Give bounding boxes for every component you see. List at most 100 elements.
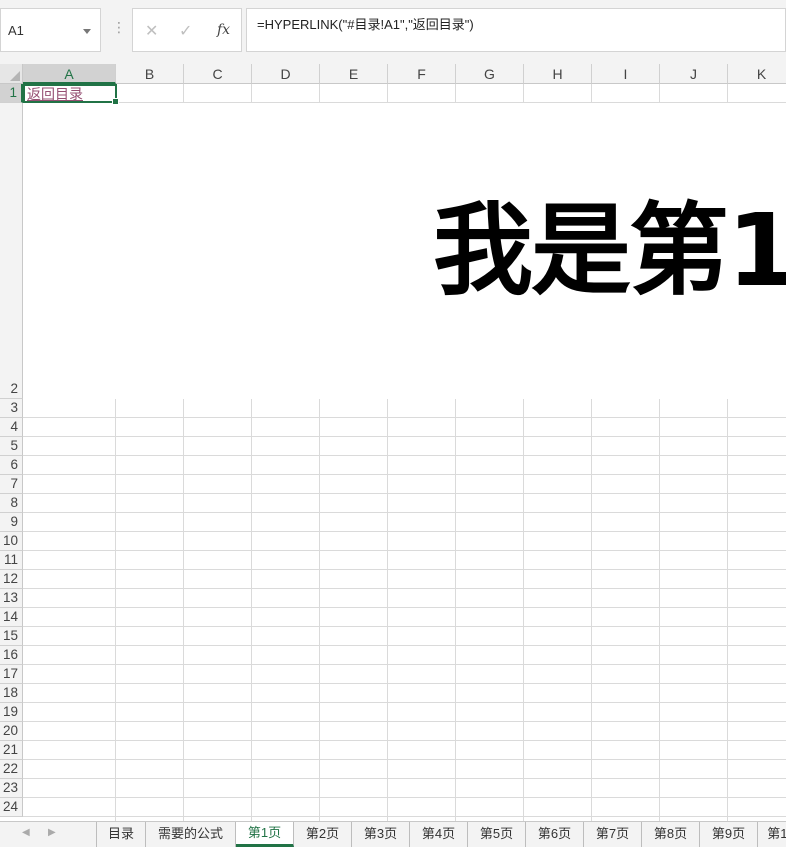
row-header-14[interactable]: 14 — [0, 608, 23, 627]
row-number: 2 — [10, 381, 18, 396]
row-header-21[interactable]: 21 — [0, 741, 23, 760]
sheet-tab[interactable]: 第2页 — [294, 822, 352, 847]
row-header-8[interactable]: 8 — [0, 494, 23, 513]
cell-a2-text: 我是第1页 — [433, 192, 786, 309]
row-number: 3 — [10, 400, 18, 415]
row-number: 17 — [2, 666, 18, 681]
sheet-tab[interactable]: 第5页 — [468, 822, 526, 847]
gridline-horizontal — [23, 550, 786, 551]
sheet-tab[interactable]: 第8页 — [642, 822, 700, 847]
gridline-horizontal — [23, 493, 786, 494]
row-header-9[interactable]: 9 — [0, 513, 23, 532]
row-number: 23 — [2, 780, 18, 795]
column-header-g[interactable]: G — [456, 64, 524, 84]
name-box[interactable]: A1 — [0, 8, 101, 52]
fill-handle[interactable] — [112, 98, 119, 105]
formula-input[interactable]: =HYPERLINK("#目录!A1","返回目录") — [246, 8, 786, 52]
row-number: 13 — [2, 590, 18, 605]
row-header-19[interactable]: 19 — [0, 703, 23, 722]
select-all-button[interactable] — [0, 64, 23, 84]
row-header-6[interactable]: 6 — [0, 456, 23, 475]
formula-text: =HYPERLINK("#目录!A1","返回目录") — [257, 17, 474, 32]
row-header-12[interactable]: 12 — [0, 570, 23, 589]
cancel-icon[interactable]: ✕ — [145, 21, 158, 41]
insert-function-icon[interactable]: fx — [217, 22, 230, 38]
row-header-15[interactable]: 15 — [0, 627, 23, 646]
row-header-5[interactable]: 5 — [0, 437, 23, 456]
gridline-horizontal — [23, 417, 786, 418]
gridline-horizontal — [23, 816, 786, 817]
column-header-d[interactable]: D — [252, 64, 320, 84]
sheet-tab[interactable]: 第4页 — [410, 822, 468, 847]
row-header-7[interactable]: 7 — [0, 475, 23, 494]
row-header-11[interactable]: 11 — [0, 551, 23, 570]
row-header-20[interactable]: 20 — [0, 722, 23, 741]
gridline-horizontal — [23, 778, 786, 779]
cell-a1-selected[interactable]: 返回目录 — [23, 84, 119, 105]
gridline-horizontal — [23, 759, 786, 760]
gridline-horizontal — [23, 626, 786, 627]
row-number: 9 — [10, 514, 18, 529]
row-number: 20 — [2, 723, 18, 738]
splitter-dots-icon[interactable]: ⋮ — [112, 20, 126, 34]
gridline-horizontal — [23, 607, 786, 608]
return-to-catalog-link[interactable]: 返回目录 — [27, 86, 83, 103]
sheet-tab[interactable]: 第7页 — [584, 822, 642, 847]
column-header-i[interactable]: I — [592, 64, 660, 84]
column-header-h[interactable]: H — [524, 64, 592, 84]
gridline-horizontal — [23, 474, 786, 475]
row-number: 14 — [2, 609, 18, 624]
sheet-tab[interactable]: 目录 — [96, 822, 146, 847]
gridline-horizontal — [23, 531, 786, 532]
sheet-tab[interactable]: 第6页 — [526, 822, 584, 847]
row-header-4[interactable]: 4 — [0, 418, 23, 437]
row-header-1[interactable]: 1 — [0, 84, 23, 103]
row-number: 10 — [2, 533, 18, 548]
enter-check-icon[interactable]: ✓ — [179, 21, 192, 41]
gridline-horizontal — [23, 512, 786, 513]
row-number: 11 — [3, 552, 18, 567]
row-number: 8 — [10, 495, 18, 510]
sheet-tab-bar: ◀ ▶ 目录 需要的公式 第1页 第2页 第3页 第4页 第5页 第6页 第7页 第8页 第9页 第1… — [0, 821, 786, 847]
row-header-10[interactable]: 10 — [0, 532, 23, 551]
row-header-22[interactable]: 22 — [0, 760, 23, 779]
column-header-k[interactable]: K — [728, 64, 786, 84]
row-number: 12 — [2, 571, 18, 586]
row-header-23[interactable]: 23 — [0, 779, 23, 798]
row-number: 4 — [10, 419, 18, 434]
column-header-a[interactable]: A — [23, 64, 116, 84]
sheet-tab[interactable]: 第3页 — [352, 822, 410, 847]
row-number: 18 — [2, 685, 18, 700]
row-number: 7 — [10, 476, 18, 491]
sheet-tab[interactable]: 第10页 — [758, 822, 786, 847]
column-header-f[interactable]: F — [388, 64, 456, 84]
formula-bar-area: A1 ⋮ ✕ ✓ fx =HYPERLINK("#目录!A1","返回目录") — [0, 0, 786, 64]
sheet-tab[interactable]: 第9页 — [700, 822, 758, 847]
sheet-tab[interactable]: 第1页 — [236, 822, 294, 847]
row-header-24[interactable]: 24 — [0, 798, 23, 817]
row-header-17[interactable]: 17 — [0, 665, 23, 684]
row-header-13[interactable]: 13 — [0, 589, 23, 608]
row-header-18[interactable]: 18 — [0, 684, 23, 703]
row-header-3[interactable]: 3 — [0, 399, 23, 418]
scroll-tabs-left-icon[interactable]: ◀ — [22, 827, 30, 838]
cell-area[interactable]: 我是第1页 返回目录 — [23, 84, 786, 821]
row-number: 16 — [2, 647, 18, 662]
name-box-value: A1 — [8, 23, 24, 38]
gridline-horizontal — [23, 683, 786, 684]
row-header-2[interactable]: 2 — [0, 103, 23, 399]
sheet-tab[interactable]: 需要的公式 — [146, 822, 236, 847]
merged-cell-a2[interactable]: 我是第1页 — [23, 103, 786, 399]
column-header-c[interactable]: C — [184, 64, 252, 84]
gridline-horizontal — [23, 664, 786, 665]
gridline-horizontal — [23, 702, 786, 703]
scroll-tabs-right-icon[interactable]: ▶ — [48, 827, 56, 838]
chevron-down-icon[interactable] — [83, 29, 91, 34]
column-header-b[interactable]: B — [116, 64, 184, 84]
column-header-e[interactable]: E — [320, 64, 388, 84]
column-header-j[interactable]: J — [660, 64, 728, 84]
row-header-16[interactable]: 16 — [0, 646, 23, 665]
row-number: 21 — [2, 742, 18, 757]
formula-buttons: ✕ ✓ fx — [132, 8, 242, 52]
row-number: 19 — [2, 704, 18, 719]
